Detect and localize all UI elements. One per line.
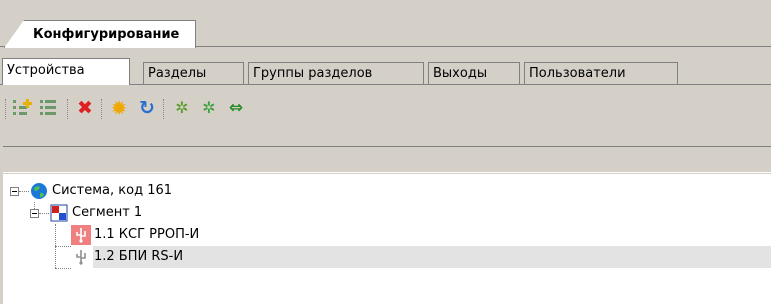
tree-node-system[interactable]: Система, код 161 <box>3 180 771 202</box>
tab-devices[interactable]: Устройства <box>2 58 130 85</box>
toolbar-separator <box>163 99 166 119</box>
gear-dots-green-icon: ✲ <box>202 98 216 117</box>
tab-section-groups[interactable]: Группы разделов <box>248 62 424 84</box>
tree-node-label: Система, код 161 <box>52 183 173 198</box>
tab-configuration[interactable]: Конфигурирование <box>4 20 197 48</box>
globe-icon <box>29 181 49 201</box>
toolbar-separator <box>67 99 70 119</box>
gear-dots-icon: ✲ <box>175 98 189 117</box>
usb-red-icon <box>71 225 91 245</box>
collapse-toggle[interactable] <box>10 187 19 196</box>
toolbar-separator <box>5 99 8 119</box>
add-child-icon <box>13 99 32 115</box>
sub-tab-bar: Устройства Разделы Группы разделов Выход… <box>0 58 771 85</box>
add-sibling-icon <box>40 100 56 115</box>
tree-node-segment[interactable]: Сегмент 1 <box>3 202 771 224</box>
tree-node-device[interactable]: 1.2 БПИ RS-И <box>3 246 771 268</box>
toolbar: ✖ ✹ ↻ ✲ ✲ ⇔ <box>3 93 769 123</box>
usb-gray-icon <box>71 247 91 267</box>
sun-icon: ✹ <box>110 96 128 120</box>
collapse-toggle[interactable] <box>30 209 39 218</box>
add-sibling-button[interactable] <box>38 96 62 120</box>
tree-node-label: 1.2 БПИ RS-И <box>94 249 184 264</box>
gear-dots-button[interactable]: ✲ <box>170 96 194 120</box>
sun-button[interactable]: ✹ <box>107 96 131 120</box>
tree-connector <box>55 268 71 269</box>
main-tabstrip: Конфигурирование <box>0 0 771 50</box>
configuration-panel: Устройства Разделы Группы разделов Выход… <box>0 50 771 304</box>
segment-icon <box>49 203 69 223</box>
refresh-sun-button[interactable]: ↻ <box>135 96 159 120</box>
tree-node-label: Сегмент 1 <box>72 205 143 220</box>
tree-node-device[interactable]: 1.1 КСГ РРОП-И <box>3 224 771 246</box>
delete-button[interactable]: ✖ <box>73 96 97 120</box>
refresh-sun-icon: ↻ <box>139 96 155 119</box>
exchange-button[interactable]: ⇔ <box>224 96 248 120</box>
tab-users[interactable]: Пользователи <box>524 62 678 84</box>
gear-dots-green-button[interactable]: ✲ <box>197 96 221 120</box>
exchange-arrows-icon: ⇔ <box>228 97 244 118</box>
add-child-button[interactable] <box>11 96 35 120</box>
delete-icon: ✖ <box>77 96 93 119</box>
tab-outputs[interactable]: Выходы <box>428 62 520 84</box>
tab-sections[interactable]: Разделы <box>143 62 244 84</box>
tree-header-bar <box>3 146 771 173</box>
toolbar-separator <box>101 99 104 119</box>
device-tree: Система, код 161 Сегмент 1 1.1 КСГ РРОП-… <box>3 174 771 304</box>
tree-node-label: 1.1 КСГ РРОП-И <box>94 227 200 242</box>
